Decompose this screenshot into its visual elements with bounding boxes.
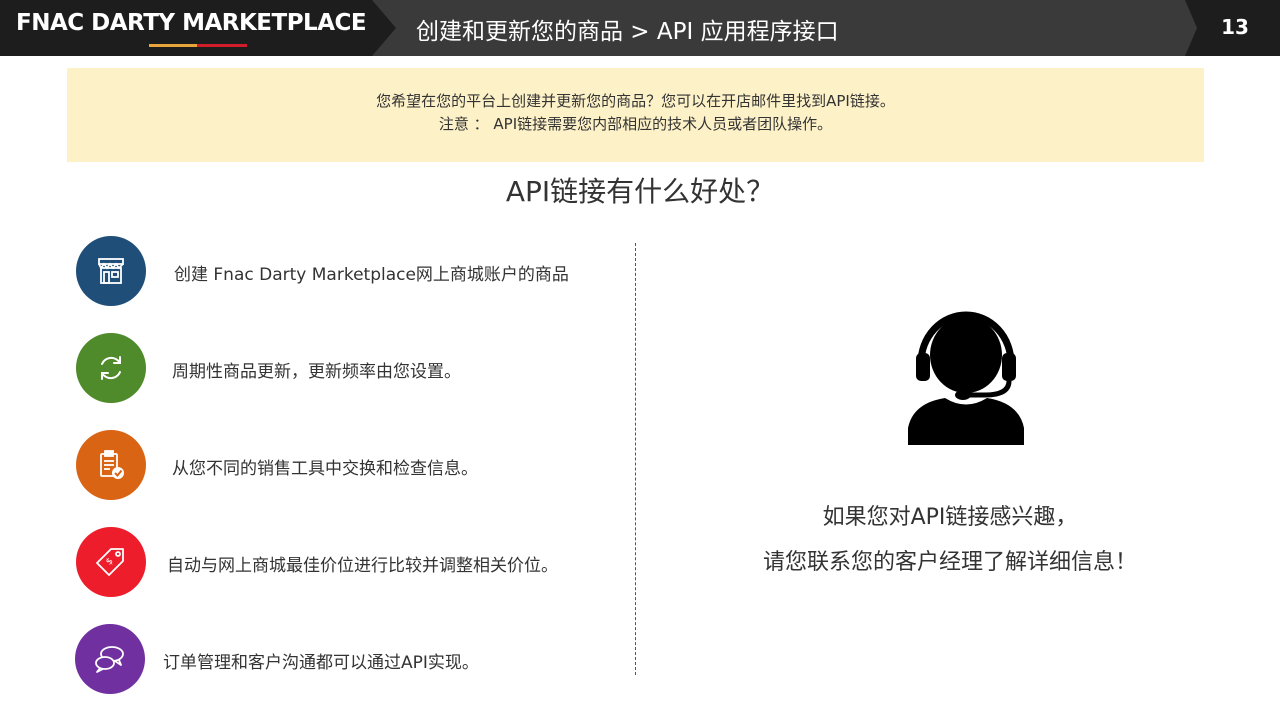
benefit-text: 从您不同的销售工具中交换和检查信息。 — [172, 459, 478, 479]
benefit-text: 订单管理和客户沟通都可以通过API实现。 — [163, 653, 479, 673]
customer-support-icon — [908, 311, 1024, 445]
contact-line-2: 请您联系您的客户经理了解详细信息！ — [762, 550, 1137, 575]
benefit-item: $ 自动与网上商城最佳价位进行比较并调整相关价位。 — [0, 527, 640, 597]
benefit-item: 订单管理和客户沟通都可以通过API实现。 — [0, 624, 640, 694]
logo-text: FNAC DARTY MARKETPLACE — [16, 10, 367, 36]
benefit-item: 从您不同的销售工具中交换和检查信息。 — [0, 430, 640, 500]
header-chevron — [372, 0, 396, 56]
benefit-item: 创建 Fnac Darty Marketplace网上商城账户的商品 — [0, 236, 640, 306]
contact-line-1: 如果您对API链接感兴趣， — [822, 505, 1078, 530]
notice-banner: 您希望在您的平台上创建并更新您的商品？您可以在开店邮件里找到API链接。 注意 … — [67, 68, 1204, 162]
notice-line-2: 注意 ： API链接需要您内部相应的技术人员或者团队操作。 — [438, 115, 833, 133]
storefront-icon — [76, 236, 146, 306]
clipboard-check-icon — [76, 430, 146, 500]
logo-underline-red — [197, 44, 247, 47]
column-divider — [635, 243, 636, 675]
benefit-item: 周期性商品更新，更新频率由您设置。 — [0, 333, 640, 403]
logo-underline-yellow — [149, 44, 197, 47]
page-number: 13 — [1221, 15, 1249, 39]
brand-logo: FNAC DARTY MARKETPLACE — [0, 0, 372, 56]
header-bar: FNAC DARTY MARKETPLACE 创建和更新您的商品 > API 应… — [0, 0, 1280, 56]
benefit-text: 自动与网上商城最佳价位进行比较并调整相关价位。 — [167, 556, 558, 576]
chat-bubbles-icon — [75, 624, 145, 694]
page-number-chevron — [1185, 0, 1197, 56]
benefit-text: 创建 Fnac Darty Marketplace网上商城账户的商品 — [174, 265, 569, 285]
benefit-text: 周期性商品更新，更新频率由您设置。 — [172, 362, 461, 382]
benefits-heading: API链接有什么好处？ — [505, 175, 775, 208]
price-tag-icon: $ — [76, 527, 146, 597]
refresh-icon — [76, 333, 146, 403]
page-title: 创建和更新您的商品 > API 应用程序接口 — [416, 19, 839, 45]
svg-text:$: $ — [104, 556, 115, 567]
notice-line-1: 您希望在您的平台上创建并更新您的商品？您可以在开店邮件里找到API链接。 — [376, 92, 895, 110]
